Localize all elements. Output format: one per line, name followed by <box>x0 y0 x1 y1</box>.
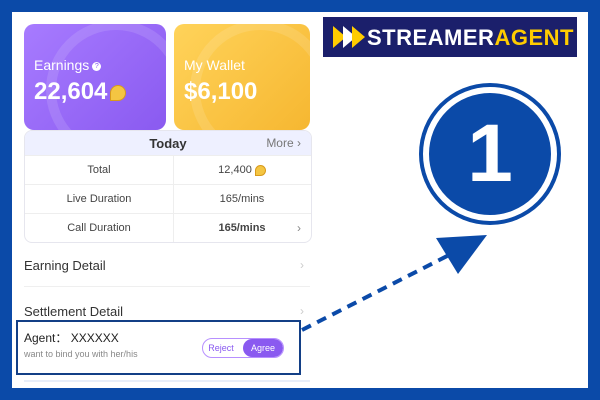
arrow-icon <box>301 235 487 332</box>
canvas: Earnings? 22,604 My Wallet $6,100 Today … <box>12 12 588 388</box>
frame-border: Earnings? 22,604 My Wallet $6,100 Today … <box>0 0 600 400</box>
arrow-line <box>301 250 456 332</box>
arrow-head <box>436 235 487 274</box>
